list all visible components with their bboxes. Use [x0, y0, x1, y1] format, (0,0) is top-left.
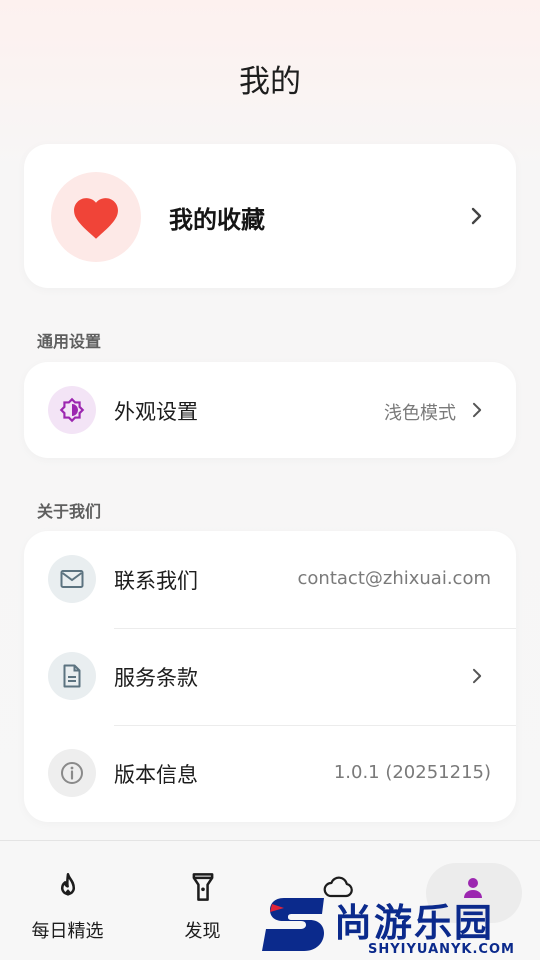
- version-icon-badge: [48, 749, 96, 797]
- terms-label: 服务条款: [114, 666, 198, 690]
- contact-label: 联系我们: [114, 569, 198, 593]
- appearance-label: 外观设置: [114, 400, 198, 424]
- flashlight-icon: [187, 871, 219, 903]
- nav-label: 每日精选: [31, 921, 104, 942]
- nav-item-discover[interactable]: 发现: [135, 841, 270, 960]
- favorites-label: 我的收藏: [169, 206, 265, 234]
- terms-icon-badge: [48, 652, 96, 700]
- appearance-icon-badge: [48, 386, 96, 434]
- contact-icon-badge: [48, 555, 96, 603]
- appearance-settings-row[interactable]: 外观设置 浅色模式: [24, 362, 516, 459]
- page-title: 我的: [239, 64, 301, 100]
- contact-email[interactable]: contact@zhixuai.com: [298, 568, 491, 589]
- terms-row[interactable]: 服务条款: [24, 628, 516, 725]
- heart-icon: [74, 198, 118, 239]
- flame-icon: [52, 871, 84, 903]
- general-settings-card: 外观设置 浅色模式: [24, 362, 516, 458]
- watermark-text: 尚游乐园: [334, 901, 495, 945]
- favorites-avatar: [51, 172, 141, 262]
- about-card: 联系我们 contact@zhixuai.com 服务条款 版本信息 1.0.1…: [24, 531, 516, 822]
- chevron-right-icon: [470, 668, 484, 684]
- appearance-value: 浅色模式: [384, 403, 456, 424]
- watermark-sub: SHYIYUANYK.COM: [368, 942, 515, 957]
- brightness-icon: [59, 397, 85, 423]
- section-label-general: 通用设置: [37, 332, 102, 351]
- chevron-right-icon: [470, 207, 484, 225]
- version-label: 版本信息: [114, 763, 198, 787]
- nav-label: 发现: [184, 921, 221, 942]
- chevron-right-icon: [470, 402, 484, 418]
- version-value: 1.0.1 (20251215): [333, 762, 491, 783]
- document-icon: [63, 664, 81, 688]
- favorites-card[interactable]: 我的收藏: [24, 144, 516, 288]
- section-label-about: 关于我们: [37, 502, 102, 521]
- mail-icon: [60, 570, 84, 588]
- nav-item-daily-picks[interactable]: 每日精选: [0, 841, 135, 960]
- version-row[interactable]: 版本信息 1.0.1 (20251215): [24, 725, 516, 822]
- watermark-s-icon: [262, 898, 324, 951]
- contact-row[interactable]: 联系我们 contact@zhixuai.com: [24, 531, 516, 628]
- watermark-logo: 尚游乐园 SHYIYUANYK.COM: [262, 890, 540, 960]
- info-icon: [61, 762, 83, 784]
